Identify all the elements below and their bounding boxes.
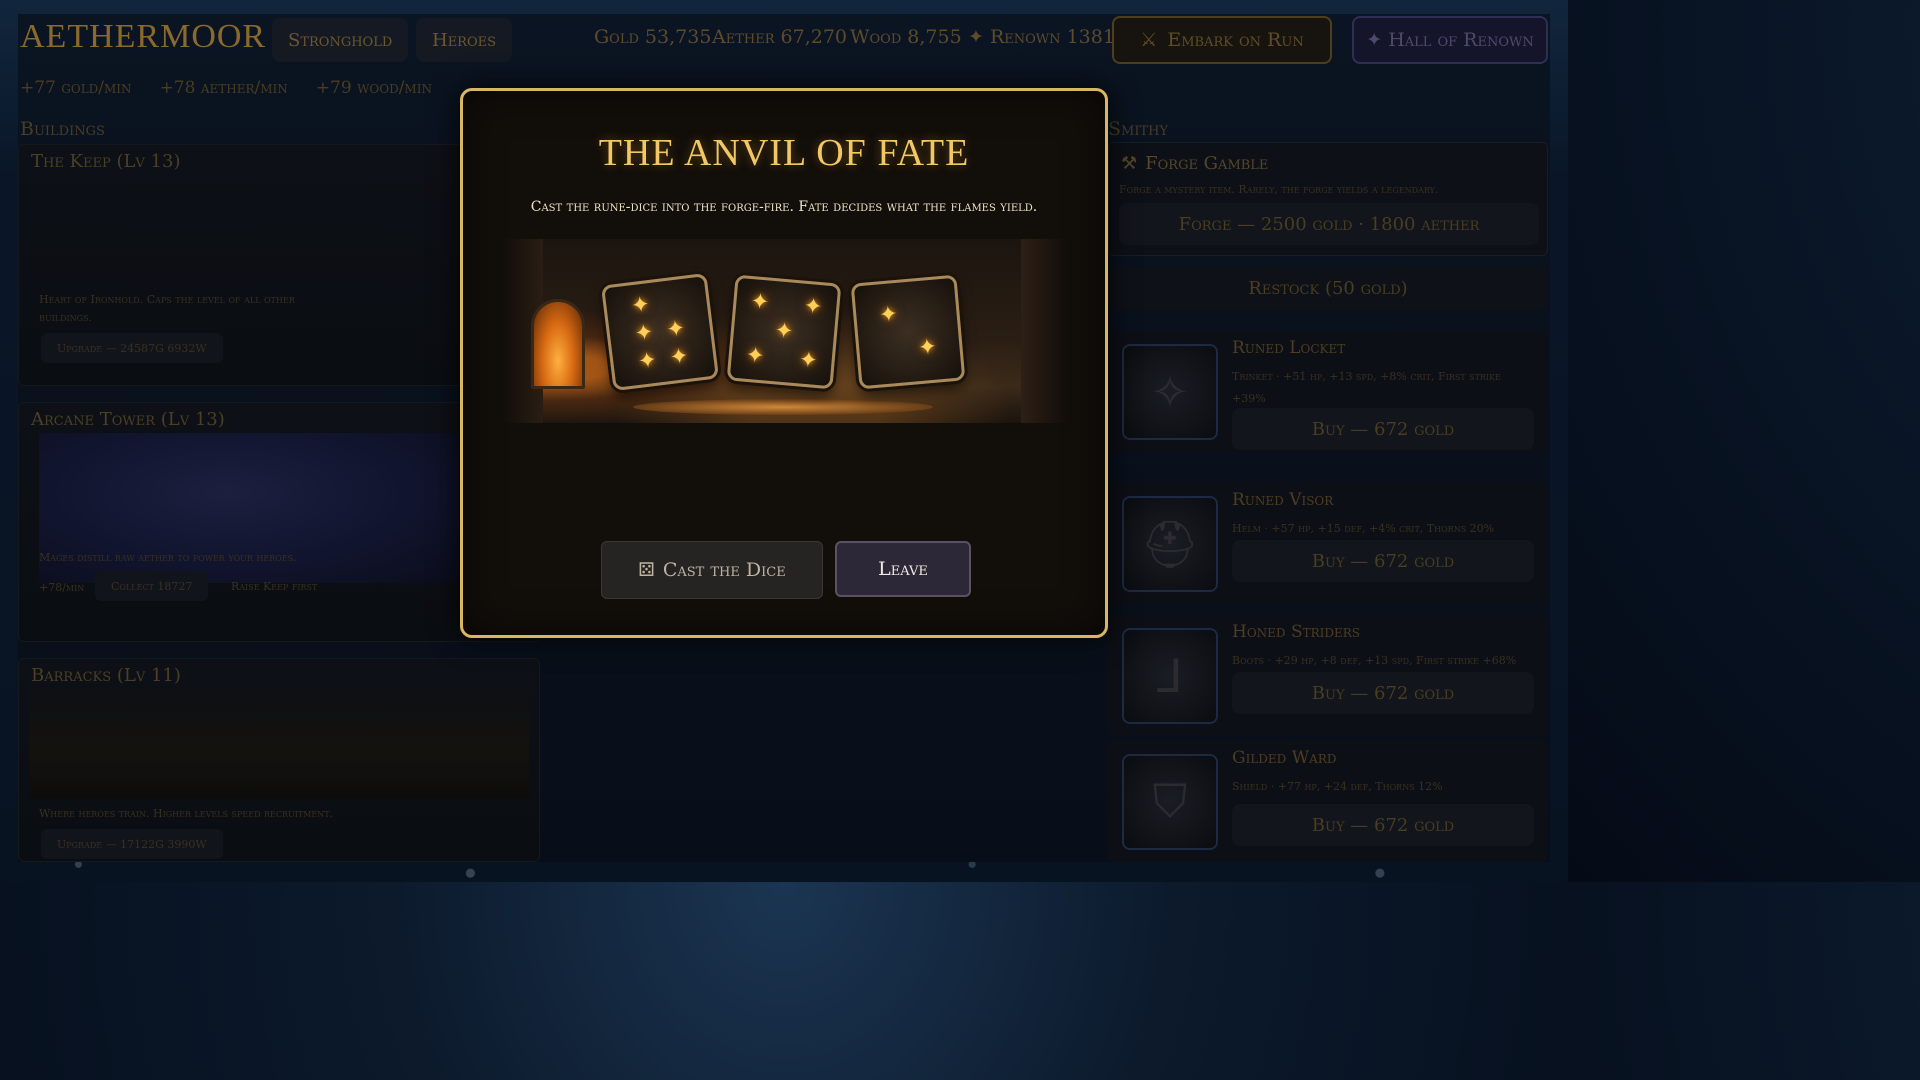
rune-pip: ✦ [917, 334, 938, 362]
barracks-art [29, 689, 529, 799]
rune-pip: ✦ [773, 318, 795, 345]
item-stats: Trinket · +51 hp, +13 spd, +8% crit, Fir… [1232, 370, 1501, 405]
building-desc: Heart of Ironhold. Caps the level of all… [39, 293, 295, 324]
forge-scene-art: ✦ ✦ ✦ ✦ ✦ ✦ ✦ ✦ ✦ ✦ ✦ ✦ [503, 239, 1067, 423]
forge-gamble-card: ⚒ Forge Gamble Forge a mystery item. Rar… [1108, 142, 1548, 256]
forge-gamble-title: Forge Gamble [1145, 153, 1269, 174]
leave-button[interactable]: Leave [835, 541, 971, 597]
forge-button[interactable]: Forge — 2500 gold · 1800 aether [1119, 203, 1539, 245]
collect-aether-button[interactable]: Collect 18727 [95, 571, 209, 601]
shield-icon: ⛉ [1122, 754, 1218, 850]
hammers-icon: ⚒ [1121, 153, 1138, 174]
aether-rate: +78 aether/min [159, 78, 288, 98]
crossed-swords-icon: ⚔ [1140, 29, 1158, 51]
dialog-subtitle: Cast the rune-dice into the forge-fire. … [530, 199, 1038, 215]
dialog-title: The Anvil of Fate [598, 132, 970, 174]
tab-heroes[interactable]: Heroes [416, 18, 513, 62]
cast-dice-button[interactable]: ⚄ Cast the Dice [601, 541, 823, 599]
rune-pip: ✦ [802, 293, 824, 321]
item-name: Honed Striders [1232, 622, 1361, 642]
amulet-icon: ✧ [1122, 344, 1218, 440]
game-logo: Aethermoor [20, 18, 267, 55]
wood-rate: +79 wood/min [315, 78, 432, 98]
item-stats: Helm · +57 hp, +15 def, +4% crit, Thorns… [1232, 522, 1495, 535]
restock-button[interactable]: Restock (50 gold) [1108, 266, 1548, 310]
rune-pip: ✦ [798, 347, 819, 374]
aether-counter: Aether 67,270 [712, 26, 848, 48]
building-desc: Where heroes train. Higher levels speed … [39, 807, 334, 820]
hall-of-renown-button[interactable]: ✦ Hall of Renown [1352, 16, 1548, 64]
forge-table [633, 399, 933, 415]
boots-icon: ⅃ [1122, 628, 1218, 724]
stone-pillar [1021, 239, 1067, 423]
forge-fire-window [531, 299, 585, 389]
rune-pip: ✦ [744, 342, 766, 369]
rune-die: ✦ ✦ ✦ ✦ ✦ [600, 272, 720, 392]
raise-keep-button[interactable]: Raise Keep first [215, 571, 333, 601]
shop-item: ✧ Runed Locket Trinket · +51 hp, +13 spd… [1108, 330, 1548, 452]
helmet-icon: ⛑ [1122, 496, 1218, 592]
buy-button[interactable]: Buy — 672 gold [1232, 804, 1534, 846]
upgrade-barracks-button[interactable]: Upgrade — 17122G 3990W [41, 829, 223, 859]
embark-button[interactable]: ⚔ Embark on Run [1112, 16, 1332, 64]
building-name: Barracks (Lv 11) [31, 665, 181, 686]
item-name: Runed Visor [1232, 490, 1334, 510]
rune-pip: ✦ [749, 289, 771, 316]
rune-pip: ✦ [668, 343, 690, 371]
upgrade-keep-button[interactable]: Upgrade — 24587G 6932W [41, 333, 223, 363]
rune-die: ✦ ✦ ✦ ✦ ✦ [726, 274, 842, 390]
building-name: Arcane Tower (Lv 13) [31, 409, 225, 430]
building-desc: Mages distill raw aether to power your h… [39, 551, 297, 564]
smithy-heading: Smithy [1108, 118, 1169, 140]
building-name: The Keep (Lv 13) [31, 151, 181, 172]
buildings-heading: Buildings [20, 118, 105, 140]
rune-die: ✦ ✦ [850, 274, 966, 390]
anvil-of-fate-dialog: The Anvil of Fate Cast the rune-dice int… [460, 88, 1108, 638]
top-bar: Aethermoor Stronghold Heroes Gold 53,735… [18, 14, 1550, 66]
renown-counter: ✦ Renown 1381 [968, 26, 1115, 48]
buy-button[interactable]: Buy — 672 gold [1232, 540, 1534, 582]
gold-counter: Gold 53,735 [594, 26, 712, 48]
forge-gamble-desc: Forge a mystery item. Rarely, the forge … [1119, 183, 1439, 196]
rune-pip: ✦ [633, 319, 655, 347]
resource-rates: +77 gold/min +78 aether/min +79 wood/min [20, 78, 432, 98]
tab-stronghold[interactable]: Stronghold [272, 18, 409, 62]
shop-item: ⛉ Gilded Ward Shield · +77 hp, +24 def, … [1108, 740, 1548, 862]
buy-button[interactable]: Buy — 672 gold [1232, 672, 1534, 714]
aether-rate-label: +78/min [39, 581, 85, 594]
dice-icon: ⚄ [638, 559, 655, 581]
item-stats: Shield · +77 hp, +24 def, Thorns 12% [1232, 780, 1443, 793]
shop-item: ⛑ Runed Visor Helm · +57 hp, +15 def, +4… [1108, 482, 1548, 604]
rune-pip: ✦ [636, 347, 659, 375]
shop-item: ⅃ Honed Striders Boots · +29 hp, +8 def,… [1108, 614, 1548, 736]
wood-counter: Wood 8,755 [850, 26, 962, 48]
item-name: Gilded Ward [1232, 748, 1337, 768]
rune-pip: ✦ [878, 301, 899, 329]
item-stats: Boots · +29 hp, +8 def, +13 spd, First s… [1232, 654, 1517, 667]
item-name: Runed Locket [1232, 338, 1346, 358]
buy-button[interactable]: Buy — 672 gold [1232, 408, 1534, 450]
gold-rate: +77 gold/min [20, 78, 132, 98]
rune-pip: ✦ [629, 292, 652, 320]
building-card-barracks: Barracks (Lv 11) Where heroes train. Hig… [18, 658, 540, 862]
rune-pip: ✦ [665, 316, 687, 344]
